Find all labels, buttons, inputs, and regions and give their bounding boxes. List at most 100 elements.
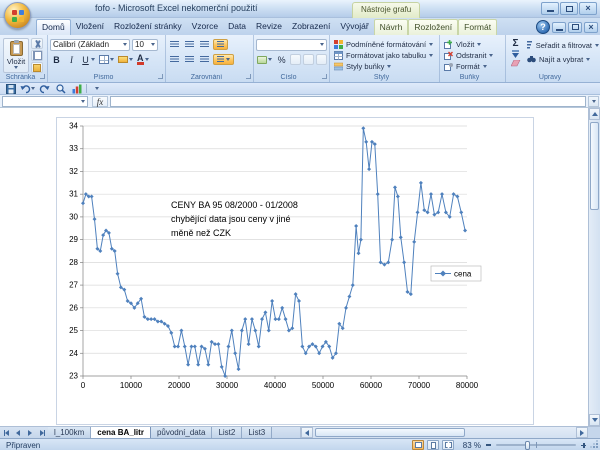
font-color-button[interactable]: A: [136, 54, 150, 66]
comma-style-button[interactable]: [290, 54, 301, 65]
zoom-level[interactable]: 83 %: [457, 441, 481, 450]
scroll-left-button[interactable]: [301, 427, 313, 438]
tab-data[interactable]: Data: [223, 19, 251, 35]
percent-style-button[interactable]: %: [275, 54, 288, 66]
align-center-button[interactable]: [183, 54, 196, 66]
format-painter-button[interactable]: [31, 62, 43, 73]
zoom-slider-thumb[interactable]: [525, 441, 530, 450]
tab-revize[interactable]: Revize: [251, 19, 287, 35]
zoom-slider[interactable]: [496, 444, 576, 446]
font-name-select[interactable]: Calibri (Základn: [50, 39, 130, 51]
autosum-button[interactable]: Σ: [512, 39, 518, 48]
tab-rozlozeni[interactable]: Rozložení: [408, 19, 458, 35]
group-label-number: Číslo: [254, 74, 323, 81]
expand-formula-bar-button[interactable]: [588, 96, 599, 107]
insert-function-button[interactable]: fx: [92, 96, 108, 107]
cut-button[interactable]: [31, 38, 43, 49]
workbook-minimize-button[interactable]: [552, 22, 566, 33]
delete-cells-button[interactable]: Odstranit: [442, 50, 503, 60]
tab-vyvojar[interactable]: Vývojář: [335, 19, 373, 35]
help-button[interactable]: ?: [536, 20, 550, 34]
clipboard-dialog-launcher[interactable]: [40, 74, 45, 79]
restore-button[interactable]: [560, 2, 578, 15]
last-sheet-button[interactable]: [36, 427, 48, 438]
next-sheet-button[interactable]: [24, 427, 36, 438]
find-select-button[interactable]: Najít a vybrat: [525, 54, 599, 64]
redo-button[interactable]: [38, 83, 51, 94]
resize-grip[interactable]: [590, 440, 599, 449]
clear-icon[interactable]: [511, 60, 521, 67]
zoom-in-button[interactable]: [579, 441, 588, 450]
qat-customize-button[interactable]: [90, 83, 103, 94]
office-button[interactable]: [4, 2, 31, 29]
number-format-select[interactable]: [256, 39, 327, 51]
tab-format[interactable]: Formát: [458, 19, 497, 35]
align-top-button[interactable]: [168, 39, 181, 51]
decrease-decimal-button[interactable]: [316, 54, 327, 65]
align-bottom-button[interactable]: [198, 39, 211, 51]
italic-button[interactable]: I: [65, 54, 78, 66]
sheet-tab-l100km[interactable]: l_100km: [48, 427, 91, 438]
alignment-dialog-launcher[interactable]: [246, 74, 251, 79]
page-layout-view-button[interactable]: [427, 440, 439, 450]
copy-button[interactable]: [31, 50, 43, 61]
tab-domu[interactable]: Domů: [36, 19, 71, 35]
tab-rozlozeni-stranky[interactable]: Rozložení stránky: [109, 19, 187, 35]
align-left-button[interactable]: [168, 54, 181, 66]
first-sheet-button[interactable]: [0, 427, 12, 438]
worksheet[interactable]: 2324252627282930313233340100002000030000…: [0, 108, 600, 426]
chart-shortcut-button[interactable]: [70, 83, 83, 94]
paste-button[interactable]: Vložit: [3, 38, 29, 73]
close-button[interactable]: ×: [579, 2, 597, 15]
number-dialog-launcher[interactable]: [322, 74, 327, 79]
tab-navrh[interactable]: Návrh: [374, 19, 409, 35]
horizontal-scroll-thumb[interactable]: [315, 428, 465, 437]
font-dialog-launcher[interactable]: [158, 74, 163, 79]
format-cells-button[interactable]: Formát: [442, 61, 503, 71]
workbook-close-button[interactable]: ×: [584, 22, 598, 33]
align-right-button[interactable]: [198, 54, 211, 66]
sheet-tab-puvodni-data[interactable]: původní_data: [151, 427, 213, 438]
wrap-text-button[interactable]: [213, 39, 228, 50]
price-chart[interactable]: 2324252627282930313233340100002000030000…: [56, 117, 534, 425]
fill-down-icon[interactable]: [511, 50, 520, 58]
minimize-button[interactable]: [541, 2, 559, 15]
sheet-tab-list3[interactable]: List3: [242, 427, 272, 438]
workbook-restore-button[interactable]: [568, 22, 582, 33]
name-box[interactable]: [2, 96, 88, 107]
tab-vlozeni[interactable]: Vložení: [71, 19, 109, 35]
sort-filter-button[interactable]: Seřadit a filtrovat: [525, 40, 599, 50]
font-size-select[interactable]: 10: [132, 39, 158, 51]
undo-button[interactable]: [20, 83, 35, 94]
cell-styles-button[interactable]: Styly buňky: [332, 61, 437, 71]
scroll-up-button[interactable]: [589, 108, 600, 120]
sheet-tab-list2[interactable]: List2: [212, 427, 242, 438]
prev-sheet-button[interactable]: [12, 427, 24, 438]
merge-center-button[interactable]: [213, 54, 234, 65]
horizontal-scrollbar[interactable]: [300, 426, 588, 438]
save-button[interactable]: [4, 83, 17, 94]
formula-input[interactable]: [110, 96, 586, 107]
align-middle-button[interactable]: [183, 39, 196, 51]
normal-view-button[interactable]: [412, 440, 424, 450]
page-break-view-button[interactable]: [442, 440, 454, 450]
insert-cells-button[interactable]: Vložit: [442, 39, 503, 49]
bold-button[interactable]: B: [50, 54, 63, 66]
print-preview-button[interactable]: [54, 83, 67, 94]
fill-color-button[interactable]: [117, 54, 134, 66]
scroll-down-button[interactable]: [589, 414, 600, 426]
vertical-scroll-thumb[interactable]: [590, 122, 599, 210]
vertical-scrollbar[interactable]: [588, 108, 600, 426]
zoom-out-button[interactable]: [484, 441, 493, 450]
save-icon: [6, 84, 16, 94]
scroll-right-button[interactable]: [576, 427, 588, 438]
accounting-format-button[interactable]: [256, 54, 273, 66]
sheet-tab-cena-ba-litr[interactable]: cena BA_litr: [91, 427, 151, 438]
tab-zobrazeni[interactable]: Zobrazení: [287, 19, 335, 35]
tab-vzorce[interactable]: Vzorce: [187, 19, 223, 35]
format-as-table-button[interactable]: Formátovat jako tabulku: [332, 50, 437, 60]
increase-decimal-button[interactable]: [303, 54, 314, 65]
conditional-formatting-button[interactable]: Podmíněné formátování: [332, 39, 437, 49]
borders-button[interactable]: [98, 54, 115, 66]
underline-button[interactable]: U: [80, 54, 96, 66]
